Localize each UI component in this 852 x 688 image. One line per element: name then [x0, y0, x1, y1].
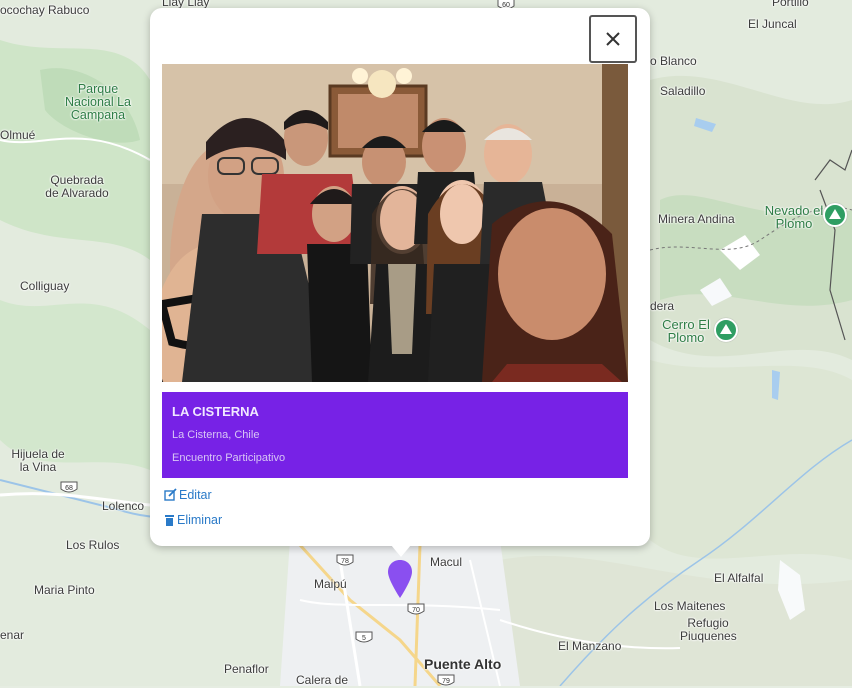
edit-icon	[164, 488, 177, 501]
highway-shield-icon: 70	[407, 603, 425, 615]
shield-number: 5	[362, 635, 366, 642]
map-label: enar	[0, 628, 25, 642]
map-label-park: Parque Nacional La Campana	[64, 82, 131, 122]
map-label: Olmué	[0, 128, 36, 142]
map-label: Penaflor	[224, 662, 269, 676]
info-popup: LA CISTERNA La Cisterna, Chile Encuentro…	[150, 8, 650, 546]
map-label: Maipú	[314, 577, 347, 591]
mountain-peak-icon[interactable]	[714, 318, 738, 342]
shield-number: 79	[442, 678, 450, 685]
event-card: LA CISTERNA La Cisterna, Chile Encuentro…	[162, 392, 628, 478]
map-label: dera	[650, 299, 675, 313]
map-label: Saladillo	[660, 84, 706, 98]
trash-icon	[165, 515, 174, 526]
map-label: ocochay	[0, 3, 45, 17]
popup-tip	[391, 545, 411, 557]
map-label: Maria Pinto	[34, 583, 95, 597]
map-label: Macul	[430, 555, 463, 569]
map-label: El Alfalfal	[714, 571, 764, 585]
event-title: LA CISTERNA	[172, 404, 259, 419]
edit-link[interactable]: Editar	[164, 488, 212, 502]
highway-shield-icon: 68	[60, 481, 78, 493]
event-location: La Cisterna, Chile	[172, 429, 260, 441]
shield-number: 78	[341, 558, 349, 565]
close-button[interactable]	[589, 15, 637, 63]
map-label: o Blanco	[650, 54, 697, 68]
map-label-city: Puente Alto	[424, 656, 502, 672]
map-label-peak: Cerro El Plomo	[662, 317, 710, 345]
event-photo	[162, 64, 628, 382]
map-label: El Juncal	[748, 17, 797, 31]
map-label: Quebrada de Alvarado	[45, 173, 109, 200]
map-label: Portillo	[772, 0, 809, 9]
highway-shield-icon: 78	[336, 554, 354, 566]
map-label: Calera de	[296, 673, 349, 687]
map-label: Hijuela de la Vina	[11, 447, 65, 474]
delete-link[interactable]: Eliminar	[164, 513, 222, 527]
mountain-peak-icon[interactable]	[823, 203, 847, 227]
map-label: Minera Andina	[658, 212, 735, 226]
map-label: Refugio Piuquenes	[680, 616, 737, 643]
close-icon	[606, 32, 620, 46]
map-label-peak: Nevado el Plomo	[764, 203, 824, 231]
event-type: Encuentro Participativo	[172, 452, 286, 464]
map-label: Rabuco	[48, 3, 90, 17]
highway-shield-icon: 5	[355, 631, 373, 643]
map-label: Los Maitenes	[654, 599, 726, 613]
map-label: El Manzano	[558, 639, 622, 653]
delete-label: Eliminar	[177, 513, 223, 527]
edit-label: Editar	[179, 488, 212, 502]
map-label: Lolenco	[102, 499, 145, 513]
map-label: Los Rulos	[66, 538, 120, 552]
location-pin-icon[interactable]	[386, 558, 414, 600]
shield-number: 68	[65, 485, 73, 492]
map-label: Colliguay	[20, 279, 70, 293]
shield-number: 70	[412, 607, 420, 614]
